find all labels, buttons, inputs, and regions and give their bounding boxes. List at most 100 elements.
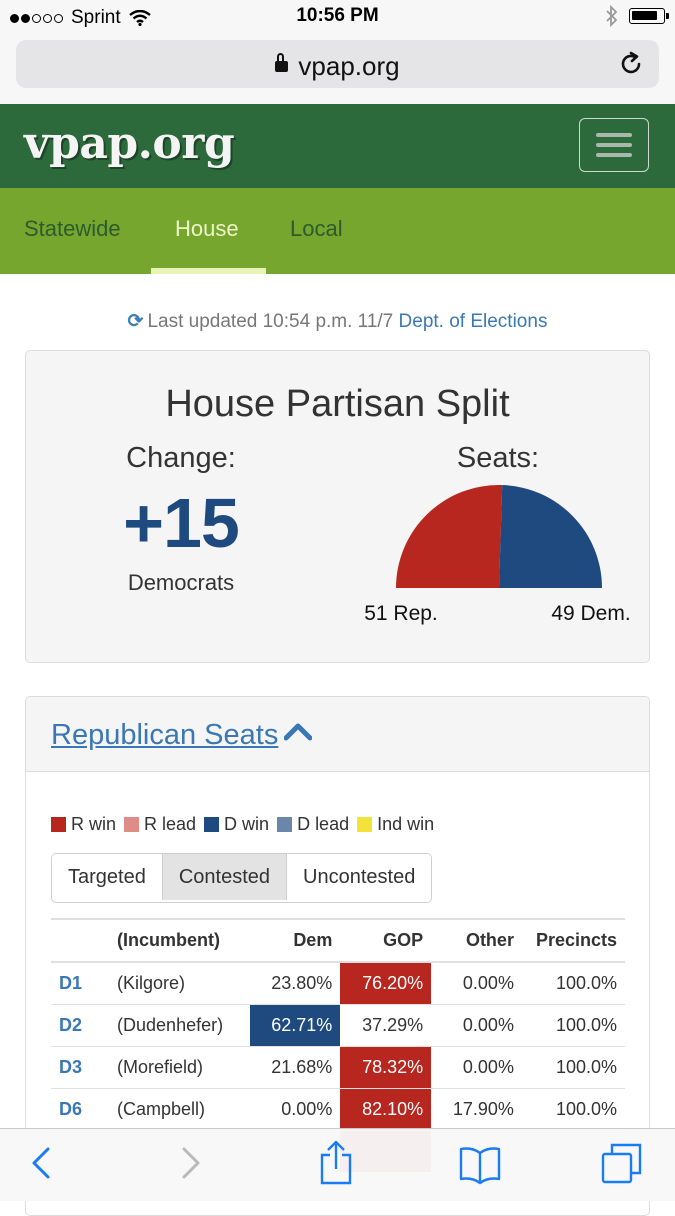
dem-percent: 0.00% [249,1088,341,1131]
bluetooth-icon [606,5,618,27]
back-icon[interactable] [26,1143,56,1183]
legend-ind-win: Ind win [357,814,434,835]
dept-elections-link[interactable]: Dept. of Elections [399,311,548,332]
incumbent-name: (Kilgore) [117,961,250,1005]
republican-seats-title: Republican Seats [51,719,279,751]
legend-label: R lead [144,814,197,834]
other-percent: 0.00% [431,961,522,1005]
dem-percent: 21.68% [249,1046,341,1089]
browser-chrome: vpap.org [0,34,675,105]
nav-statewide[interactable]: Statewide [24,216,121,242]
forward-icon[interactable] [176,1143,206,1183]
clock: 10:56 PM [296,5,379,26]
district-link[interactable]: D2 [51,1004,118,1047]
table-row[interactable]: D3 (Morefield) 21.68% 78.32% 0.00% 100.0… [51,1046,625,1089]
district-link[interactable]: D1 [51,961,118,1005]
col-gop: GOP [340,918,432,963]
gop-percent: 82.10% [340,1088,432,1131]
nav-house[interactable]: House [175,216,239,242]
battery-level [632,11,657,20]
filter-uncontested[interactable]: Uncontested [287,854,432,900]
share-icon[interactable] [318,1139,354,1185]
refresh-icon[interactable]: ⟳ [128,311,144,332]
panel-heading: Republican Seats [26,697,649,772]
battery-tip [666,13,669,19]
district-link[interactable]: D3 [51,1046,118,1089]
hamburger-bar [596,153,632,157]
col-other: Other [431,918,522,963]
incumbent-name: (Morefield) [117,1046,250,1089]
panel-title: House Partisan Split [165,383,510,425]
battery-icon [629,8,669,24]
race-filter-group: Targeted Contested Uncontested [51,853,433,903]
legend-label: D lead [297,814,350,834]
active-tab-indicator [151,268,266,274]
nav-local[interactable]: Local [290,216,343,242]
legend-d-lead: D lead [277,814,349,835]
col-district [51,918,118,963]
last-updated-text: Last updated 10:54 p.m. 11/7 [147,311,394,332]
partisan-split-panel: House Partisan Split Change: +15 Democra… [25,350,650,663]
legend-r-win: R win [51,814,116,835]
seats-half-pie-chart [396,485,602,588]
dem-percent: 62.71% [249,1004,341,1047]
rep-seat-count: 51 Rep. [364,602,438,625]
col-dem: Dem [249,918,341,963]
incumbent-name: (Campbell) [117,1088,250,1131]
legend-label: R win [71,814,117,834]
dem-percent: 23.80% [249,961,341,1005]
last-updated: ⟳ Last updated 10:54 p.m. 11/7 Dept. of E… [0,310,675,333]
change-party: Democrats [127,570,235,595]
table-row[interactable]: D2 (Dudenhefer) 62.71% 37.29% 0.00% 100.… [51,1004,625,1047]
legend-swatch [277,817,293,832]
table-row[interactable]: D1 (Kilgore) 23.80% 76.20% 0.00% 100.0% [51,961,625,1005]
precincts-reporting: 100.0% [521,1004,625,1047]
site-header: vpap.org [0,104,675,188]
district-link[interactable]: D6 [51,1088,118,1131]
lock-icon [275,52,289,72]
url-display[interactable]: vpap.org [16,51,659,82]
legend-label: D win [224,814,270,834]
legend-swatch [357,817,373,832]
legend-swatch [204,817,220,832]
result-legend: R win R lead D win D lead Ind win [51,814,442,835]
seat-slice-rep [396,485,503,588]
legend-swatch [51,817,66,832]
table-header-row: (Incumbent) Dem GOP Other Precincts [51,918,625,963]
gop-percent: 78.32% [340,1046,432,1089]
filter-targeted[interactable]: Targeted [52,854,163,900]
site-logo[interactable]: vpap.org [24,118,235,169]
legend-d-win: D win [204,814,269,835]
incumbent-name: (Dudenhefer) [117,1004,250,1047]
gop-percent: 37.29% [340,1004,432,1047]
legend-swatch [124,817,140,832]
table-row[interactable]: D6 (Campbell) 0.00% 82.10% 17.90% 100.0% [51,1088,625,1131]
precincts-reporting: 100.0% [521,1046,625,1089]
col-precincts: Precincts [521,918,625,963]
other-percent: 0.00% [431,1004,522,1047]
change-label: Change: [126,442,236,474]
tabs-icon[interactable] [600,1141,644,1185]
filter-contested[interactable]: Contested [162,854,288,900]
browser-toolbar [0,1128,675,1201]
gop-percent: 76.20% [340,961,432,1005]
chevron-up-icon [284,723,313,741]
seats-label: Seats: [456,442,540,474]
republican-seats-toggle[interactable]: Republican Seats [51,719,313,752]
section-nav: Statewide House Local [0,188,675,274]
hamburger-menu-button[interactable] [579,118,649,172]
reload-icon[interactable] [617,50,645,78]
seat-slice-dem [499,485,602,588]
status-bar: Sprint 10:56 PM [0,0,675,34]
url-text: vpap.org [298,51,400,81]
precincts-reporting: 100.0% [521,961,625,1005]
bookmarks-icon[interactable] [458,1145,502,1185]
col-incumbent: (Incumbent) [117,918,250,963]
address-bar[interactable]: vpap.org [16,40,659,88]
dem-seat-count: 49 Dem. [551,602,631,625]
precincts-reporting: 100.0% [521,1088,625,1131]
hamburger-bar [596,143,632,147]
legend-r-lead: R lead [124,814,196,835]
change-value: +15 [123,484,240,562]
hamburger-bar [596,133,632,137]
